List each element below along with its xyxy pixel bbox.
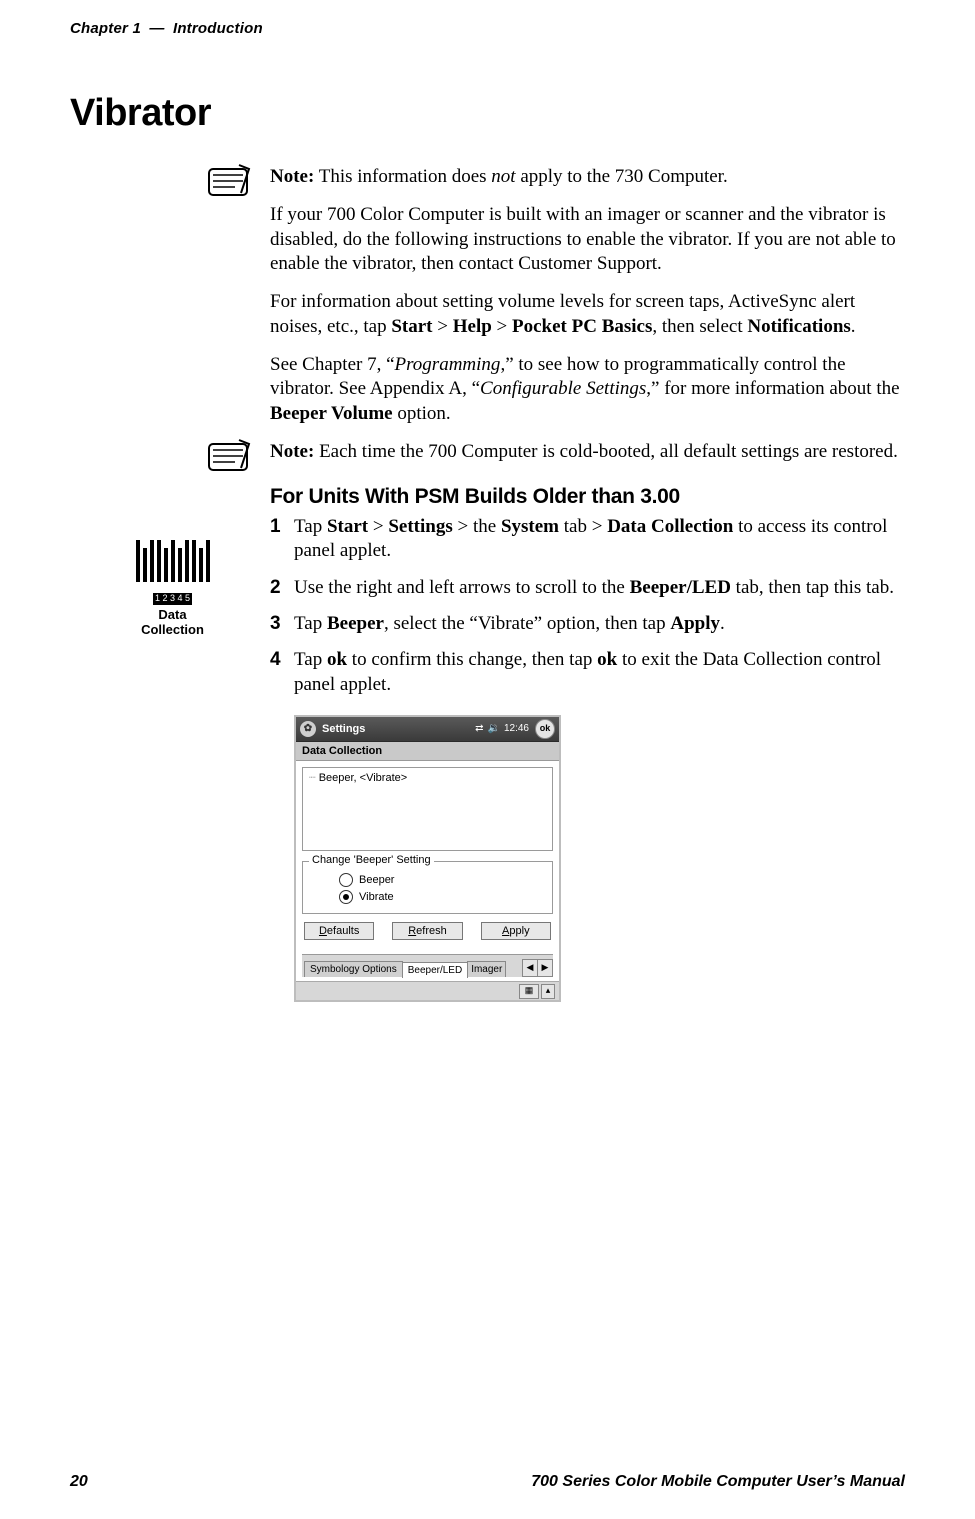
note-icon bbox=[205, 438, 253, 474]
list-item: 3 Tap Beeper, select the “Vibrate” optio… bbox=[270, 612, 910, 636]
tab-strip[interactable]: Symbology Options Beeper/LED Imager ◀ ▶ bbox=[302, 954, 553, 977]
scroll-right-icon[interactable]: ▶ bbox=[537, 959, 553, 977]
clock[interactable]: 12:46 bbox=[504, 723, 529, 734]
volume-icon[interactable]: 🔉 bbox=[488, 723, 500, 734]
body-column: Note: This information does not apply to… bbox=[270, 165, 910, 1002]
applet-title: Data Collection bbox=[296, 742, 559, 761]
applet-body: Beeper, <Vibrate> Change 'Beeper' Settin… bbox=[296, 761, 559, 981]
sip-bar[interactable]: ▦ ▴ bbox=[296, 981, 559, 1000]
list-item: 2 Use the right and left arrows to scrol… bbox=[270, 576, 910, 600]
radio-label: Beeper bbox=[359, 874, 394, 886]
page-footer: 20 700 Series Color Mobile Computer User… bbox=[70, 1473, 905, 1491]
defaults-button[interactable]: Defaults bbox=[304, 922, 374, 940]
page-number: 20 bbox=[70, 1473, 88, 1491]
setting-group: Change 'Beeper' Setting Beeper Vibrate bbox=[302, 861, 553, 914]
section-heading: Vibrator bbox=[70, 92, 905, 135]
chapter-number: Chapter 1 bbox=[70, 20, 141, 37]
radio-label: Vibrate bbox=[359, 891, 394, 903]
barcode-icon bbox=[125, 537, 220, 582]
barcode-caption: Data Collection bbox=[125, 608, 220, 638]
data-collection-icon: 1 2 3 4 5 Data Collection bbox=[125, 537, 220, 638]
ok-button[interactable]: ok bbox=[535, 719, 555, 739]
refresh-button[interactable]: Refresh bbox=[392, 922, 462, 940]
page: Chapter 1 — Introduction Vibrator Note: … bbox=[0, 0, 975, 1519]
tab-symbology-options[interactable]: Symbology Options bbox=[304, 961, 403, 977]
note-label: Note: bbox=[270, 441, 314, 462]
radio-vibrate[interactable]: Vibrate bbox=[339, 890, 546, 904]
para-volume: For information about setting volume lev… bbox=[270, 290, 910, 339]
keyboard-icon[interactable]: ▦ bbox=[519, 984, 539, 999]
steps-list: 1 Tap Start > Settings > the System tab … bbox=[270, 515, 910, 697]
connectivity-icon[interactable]: ⇄ bbox=[475, 723, 483, 734]
radio-beeper[interactable]: Beeper bbox=[339, 873, 546, 887]
note-block-2: Note: Each time the 700 Computer is cold… bbox=[270, 440, 910, 464]
sip-up-icon[interactable]: ▴ bbox=[541, 984, 555, 999]
note1-text: Note: This information does not apply to… bbox=[270, 165, 910, 189]
apply-button[interactable]: Apply bbox=[481, 922, 551, 940]
note2-text: Note: Each time the 700 Computer is cold… bbox=[270, 440, 910, 464]
running-head: Chapter 1 — Introduction bbox=[70, 20, 905, 37]
system-tray[interactable]: ⇄ 🔉 12:46 bbox=[475, 723, 529, 734]
note-block-1: Note: This information does not apply to… bbox=[270, 165, 910, 189]
list-item: 4 Tap ok to confirm this change, then ta… bbox=[270, 648, 910, 697]
dash: — bbox=[149, 20, 164, 37]
para-intro: If your 700 Color Computer is built with… bbox=[270, 203, 910, 276]
tab-scroll-arrows[interactable]: ◀ ▶ bbox=[523, 959, 553, 977]
window-title: Settings bbox=[322, 723, 365, 735]
steps-block: 1 2 3 4 5 Data Collection 1 Tap Start > … bbox=[270, 515, 910, 697]
group-legend: Change 'Beeper' Setting bbox=[309, 854, 434, 866]
step-number: 2 bbox=[270, 576, 281, 600]
manual-title: 700 Series Color Mobile Computer User’s … bbox=[531, 1473, 905, 1491]
step-number: 1 bbox=[270, 515, 281, 539]
para-seealso: See Chapter 7, “Programming,” to see how… bbox=[270, 353, 910, 426]
tree-view[interactable]: Beeper, <Vibrate> bbox=[302, 767, 553, 851]
button-row: Defaults Refresh Apply bbox=[302, 922, 553, 940]
subheading: For Units With PSM Builds Older than 3.0… bbox=[270, 484, 910, 511]
tab-beeper-led[interactable]: Beeper/LED bbox=[402, 962, 468, 978]
tree-item[interactable]: Beeper, <Vibrate> bbox=[309, 772, 546, 784]
chapter-title: Introduction bbox=[173, 20, 263, 37]
scroll-left-icon[interactable]: ◀ bbox=[522, 959, 538, 977]
note-icon bbox=[205, 163, 253, 199]
start-icon[interactable]: ✿ bbox=[300, 721, 316, 737]
note-label: Note: bbox=[270, 166, 314, 187]
barcode-numbers: 1 2 3 4 5 bbox=[153, 593, 192, 605]
list-item: 1 Tap Start > Settings > the System tab … bbox=[270, 515, 910, 564]
step-number: 4 bbox=[270, 648, 281, 672]
radio-icon[interactable] bbox=[339, 890, 353, 904]
embedded-screenshot: ✿ Settings ⇄ 🔉 12:46 ok Data Collection … bbox=[294, 715, 561, 1002]
tab-imager[interactable]: Imager bbox=[467, 961, 506, 977]
radio-icon[interactable] bbox=[339, 873, 353, 887]
step-number: 3 bbox=[270, 612, 281, 636]
ppc-titlebar[interactable]: ✿ Settings ⇄ 🔉 12:46 ok bbox=[296, 717, 559, 742]
